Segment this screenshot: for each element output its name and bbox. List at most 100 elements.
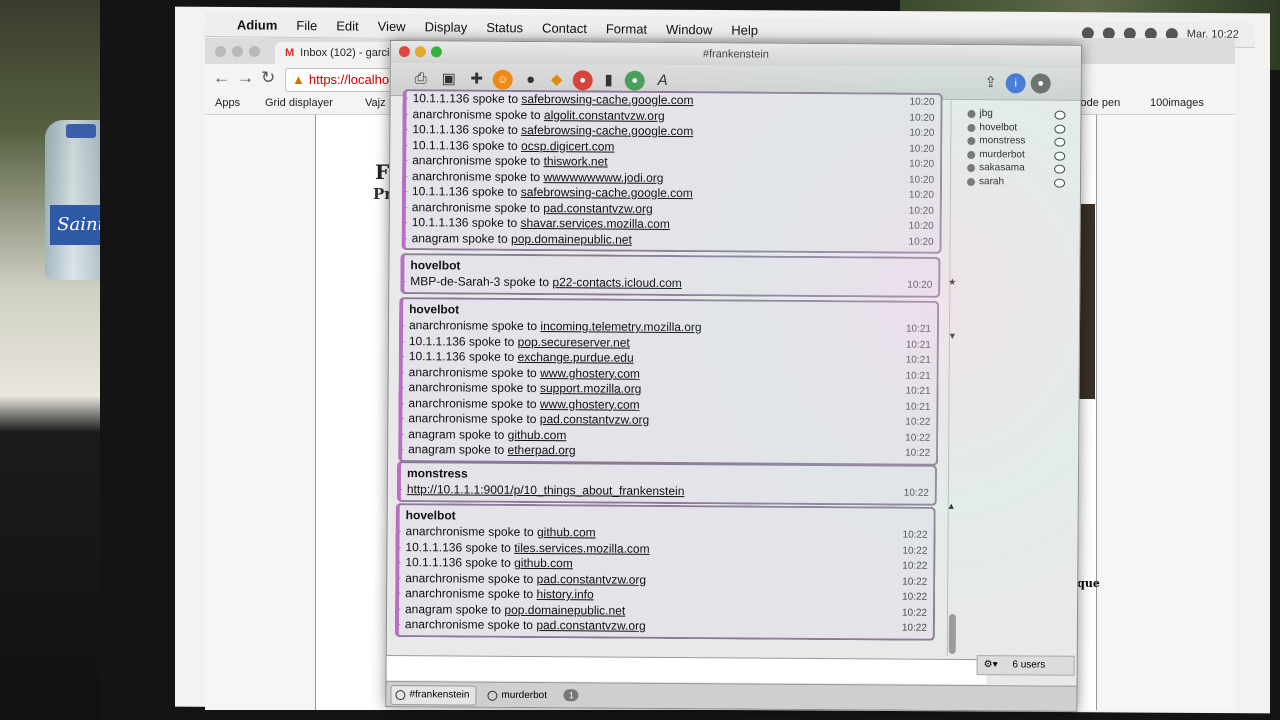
message-sender: monstress — [406, 466, 468, 481]
message-author: anarchronisme — [408, 395, 488, 411]
message-author: anarchronisme — [412, 168, 492, 184]
message-link[interactable]: shavar.services.mozilla.com — [520, 216, 669, 231]
message-link[interactable]: pad.constantvzw.org — [537, 572, 647, 587]
menu-display[interactable]: Display — [425, 19, 468, 34]
menu-app-name[interactable]: Adium — [237, 17, 278, 32]
book-icon[interactable]: ▮ — [599, 70, 619, 90]
message-link[interactable]: github.com — [514, 556, 573, 570]
forward-icon[interactable]: → — [237, 68, 254, 88]
message-link[interactable]: wwwwwwwww.jodi.org — [543, 170, 663, 185]
tab-murderbot[interactable]: murderbot 1 — [482, 685, 586, 707]
message-scrollbar[interactable]: ★ ▼ ▲ — [946, 100, 962, 656]
close-button-icon[interactable] — [398, 46, 410, 58]
person-icon[interactable]: ● — [521, 70, 541, 90]
message-link[interactable]: etherpad.org — [508, 443, 576, 457]
message-link[interactable]: ocsp.digicert.com — [521, 138, 614, 153]
font-icon[interactable]: A — [653, 71, 673, 91]
menu-format[interactable]: Format — [606, 21, 647, 36]
menu-window[interactable]: Window — [666, 21, 712, 36]
message-link[interactable]: support.mozilla.org — [540, 381, 641, 396]
message-author: 10.1.1.136 — [412, 91, 470, 106]
minimize-dot-icon[interactable] — [232, 46, 243, 57]
message-link[interactable]: pop.secureserver.net — [518, 334, 630, 349]
message-link[interactable]: history.info — [537, 587, 594, 601]
line-marker-icon: ▶ — [402, 189, 408, 196]
message-link[interactable]: tiles.services.mozilla.com — [514, 540, 649, 555]
back-icon[interactable]: ← — [213, 68, 230, 88]
message-author: MBP-de-Sarah-3 — [410, 274, 501, 289]
message-link[interactable]: github.com — [537, 525, 596, 539]
info-icon[interactable]: i — [1005, 73, 1026, 94]
reload-icon[interactable]: ↻ — [261, 68, 275, 88]
message-input[interactable] — [386, 654, 987, 685]
chrome-icon[interactable]: ● — [572, 70, 593, 91]
bookmark-apps[interactable]: Apps — [215, 97, 240, 109]
user-list-item[interactable]: sarah — [965, 176, 1071, 190]
message-link[interactable]: pop.domainepublic.net — [511, 231, 632, 246]
message-verb: spoke to — [472, 122, 518, 137]
zoom-button-icon[interactable] — [430, 46, 442, 58]
message-link[interactable]: incoming.telemetry.mozilla.org — [540, 319, 701, 334]
print-icon[interactable]: ⎙ — [411, 69, 431, 89]
bookmark-100images[interactable]: 100images — [1150, 97, 1204, 109]
message-timestamp: 10:22 — [901, 607, 928, 619]
line-marker-icon: ▶ — [403, 173, 408, 180]
message-link[interactable]: pop.domainepublic.net — [504, 602, 625, 617]
message-verb: spoke to — [468, 334, 515, 349]
bookmark-vajz[interactable]: Vajz — [365, 97, 386, 109]
gear-icon[interactable]: ⚙▾ — [984, 659, 998, 670]
message-link[interactable]: thiswork.net — [544, 154, 608, 168]
user-icon[interactable]: ● — [1030, 73, 1051, 94]
message-link[interactable]: pad.constantvzw.org — [540, 412, 650, 427]
message-link[interactable]: www.ghostery.com — [540, 397, 640, 412]
tab-frankenstein[interactable]: #frankenstein — [390, 685, 477, 706]
user-avatar-icon — [966, 177, 976, 186]
message-link[interactable]: pad.constantvzw.org — [536, 618, 646, 633]
bookmark-grid-displayer[interactable]: Grid displayer — [265, 97, 333, 109]
menu-contact[interactable]: Contact — [542, 20, 587, 35]
message-link[interactable]: safebrowsing-cache.google.com — [521, 92, 693, 107]
color-icon[interactable]: ● — [624, 70, 645, 91]
message-timestamp: 10:20 — [908, 220, 934, 232]
message-link[interactable]: github.com — [508, 427, 567, 441]
menu-edit[interactable]: Edit — [336, 18, 359, 33]
message-verb: spoke to — [455, 601, 502, 617]
scroll-thumb[interactable] — [948, 613, 957, 654]
line-marker-icon: ▶ — [401, 279, 406, 286]
user-list-item[interactable]: hovelbot — [965, 122, 1071, 136]
message-timestamp: 10:20 — [909, 96, 935, 108]
user-list-item[interactable]: sakasama — [965, 162, 1071, 176]
message-author: 10.1.1.136 — [411, 215, 469, 230]
user-list-item[interactable]: jbg — [965, 108, 1071, 122]
zoom-dot-icon[interactable] — [249, 46, 260, 57]
warning-diamond-icon[interactable]: ◆ — [547, 70, 567, 90]
menu-view[interactable]: View — [378, 18, 406, 33]
menu-help[interactable]: Help — [731, 22, 758, 37]
message-link[interactable]: p22-contacts.icloud.com — [552, 275, 682, 290]
message-verb: spoke to — [503, 274, 550, 290]
close-dot-icon[interactable] — [215, 46, 226, 57]
minimize-button-icon[interactable] — [414, 46, 426, 58]
message-link[interactable]: safebrowsing-cache.google.com — [521, 185, 693, 200]
bookmark-code-pen[interactable]: code pen — [1075, 97, 1120, 109]
menu-status[interactable]: Status — [486, 19, 523, 34]
user-name: sarah — [978, 175, 1005, 187]
user-list-item[interactable]: murderbot — [965, 149, 1071, 163]
message-verb: spoke to — [494, 200, 540, 215]
upload-icon[interactable]: ⇪ — [981, 73, 1001, 93]
smiley-icon[interactable]: ☺ — [492, 69, 513, 90]
message-link[interactable]: pad.constantvzw.org — [543, 201, 653, 216]
user-list-item[interactable]: monstress — [965, 135, 1071, 149]
message-link[interactable]: exchange.purdue.edu — [518, 350, 634, 365]
message-verb: spoke to — [462, 231, 508, 246]
menu-file[interactable]: File — [296, 17, 317, 32]
message-link[interactable]: algolit.constantvzw.org — [544, 108, 665, 123]
sign-icon[interactable]: ✚ — [467, 70, 487, 90]
message-link[interactable]: safebrowsing-cache.google.com — [521, 123, 693, 138]
message-link[interactable]: www.ghostery.com — [540, 366, 640, 381]
chat-window-title: #frankenstein — [702, 48, 769, 61]
message-link[interactable]: http://10.1.1.1:9001/p/10_things_about_f… — [407, 482, 685, 498]
block-icon[interactable]: ▣ — [439, 69, 459, 89]
chat-bubble-icon — [487, 690, 498, 701]
message-timestamp: 10:22 — [902, 576, 928, 588]
